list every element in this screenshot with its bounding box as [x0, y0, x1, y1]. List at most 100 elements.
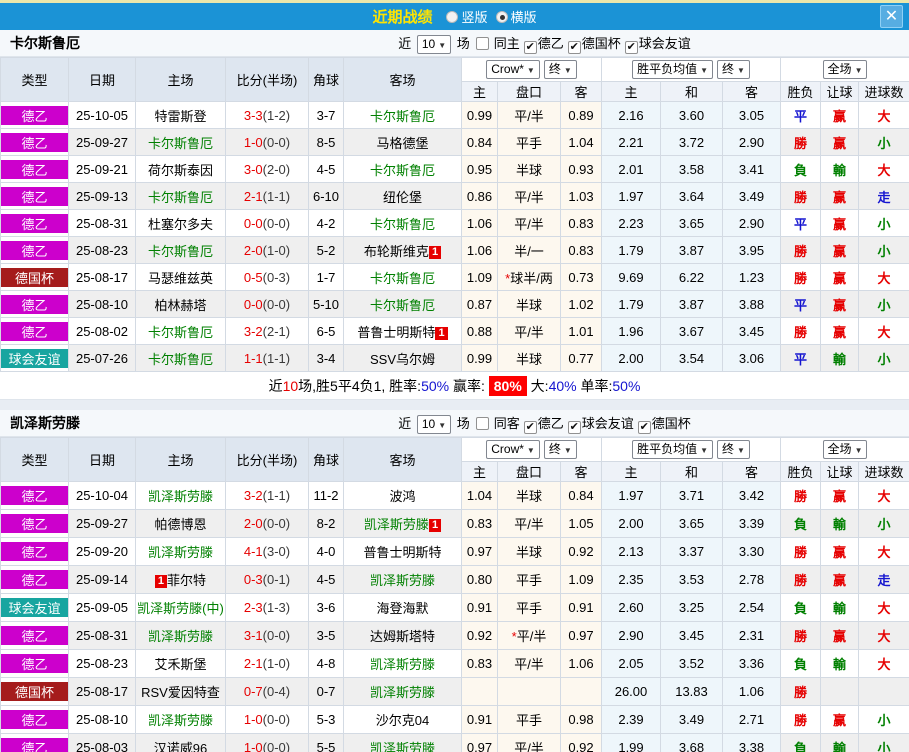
halftime-score: (1-0): [262, 242, 291, 258]
scope-dropdown[interactable]: 全场 ▼: [822, 60, 868, 79]
away-team-name: 凯泽斯劳滕: [369, 685, 435, 700]
fulltime-score: 4-1: [243, 544, 263, 559]
avg-away-cell: 3.88: [721, 290, 782, 318]
team1-match-filter: 近 10 ▼ 场同主 ✔ 德乙 ✔ 德国杯 ✔ 球会友谊: [180, 30, 909, 57]
radio-horizontal-label[interactable]: 横版: [511, 7, 537, 26]
league-filter-label: 球会友谊: [581, 416, 634, 431]
away-odds-cell: 0.89: [560, 101, 602, 129]
match-row: 德乙 25-08-23 卡尔斯鲁厄 2-0(1-0) 5-2 布轮斯维克 1 1.06 半/一 0…: [0, 236, 909, 264]
score-cell: 0-0(0-0): [225, 209, 309, 237]
summary-part: 赢率:: [449, 378, 489, 394]
match-row: 德乙 25-10-04 凯泽斯劳滕 3-2(1-1) 11-2 波鸿 1.04 半球 0.84 1…: [0, 481, 909, 510]
league-pill: 德乙: [1, 486, 68, 505]
match-row: 德乙 25-09-13 卡尔斯鲁厄 2-1(1-1) 6-10 纽伦堡 0.86 平/半 1.0…: [0, 182, 909, 210]
home-team-cell: 艾禾斯堡: [135, 649, 226, 678]
orientation-radio-vertical[interactable]: [446, 10, 459, 23]
home-team-name: 凯泽斯劳滕: [147, 629, 213, 644]
same-venue-checkbox[interactable]: [475, 417, 489, 430]
result-cell: 負: [780, 155, 822, 183]
home-team-cell: 凯泽斯劳滕: [135, 705, 226, 734]
handicap-cell: 平手: [497, 565, 561, 594]
odds-source-dropdown[interactable]: Crow* ▼: [486, 440, 540, 459]
sub-column-header: 和: [660, 81, 723, 102]
corners-cell: 3-6: [308, 593, 344, 622]
avg-draw-cell: 3.68: [660, 733, 723, 752]
away-team-cell: 沙尔克04: [343, 705, 462, 734]
same-venue-label: 同客: [493, 416, 520, 431]
home-team-name: 凯泽斯劳滕: [147, 545, 213, 560]
league-filter-checkbox[interactable]: ✔: [567, 421, 581, 434]
fulltime-score: 3-2: [243, 323, 263, 339]
chevron-down-icon: ▼: [438, 421, 447, 431]
league-filter-label: 德乙: [537, 36, 564, 51]
league-cell: 德乙: [0, 705, 69, 734]
home-team-cell: 特雷斯登: [135, 101, 226, 129]
score-cell: 3-1(0-0): [225, 621, 309, 650]
date-cell: 25-09-14: [68, 565, 136, 594]
match-row: 球会友谊 25-07-26 卡尔斯鲁厄 1-1(1-1) 3-4 SSV乌尔姆 0.99 半球…: [0, 344, 909, 372]
match-count-select[interactable]: 10 ▼: [416, 35, 452, 55]
fulltime-score: 2-1: [243, 656, 263, 671]
team1-name: 卡尔斯鲁厄: [10, 35, 80, 51]
odds-source-dropdown[interactable]: Crow* ▼: [486, 60, 540, 79]
league-filter-checkbox[interactable]: ✔: [637, 421, 651, 434]
summary-part: 40%: [548, 378, 577, 394]
league-pill: 德乙: [1, 132, 68, 152]
match-row: 德国杯 25-08-17 马瑟维兹英 0-5(0-3) 1-7 卡尔斯鲁厄 1.09 *球半/…: [0, 263, 909, 291]
league-filter-checkbox[interactable]: ✔: [567, 41, 581, 54]
avg-draw-cell: 3.87: [660, 236, 723, 264]
score-cell: 3-2(2-1): [225, 317, 309, 345]
final-avg-dropdown[interactable]: 终 ▼: [717, 440, 750, 459]
home-odds-cell: 0.97: [461, 733, 498, 752]
avg-draw-cell: 3.65: [660, 209, 723, 237]
avg-away-cell: 2.90: [721, 128, 782, 156]
result-cell: 平: [780, 344, 822, 372]
chevron-down-icon: ▼: [854, 446, 863, 455]
home-team-cell: 杜塞尔多夫: [135, 209, 226, 237]
avg-home-cell: 2.90: [601, 621, 661, 650]
orientation-radio-horizontal[interactable]: [495, 10, 508, 23]
league-filter-checkbox[interactable]: ✔: [523, 41, 537, 54]
home-odds-cell: 1.06: [461, 236, 498, 264]
home-team-cell: 卡尔斯鲁厄: [135, 344, 226, 372]
fulltime-score: 0-0: [243, 296, 263, 312]
handicap-name: 平/半: [516, 629, 547, 644]
away-team-cell: 凯泽斯劳滕 1: [343, 509, 462, 538]
home-odds-cell: 1.04: [461, 481, 498, 510]
handicap-cell: *球半/两: [497, 263, 561, 291]
league-filter-checkbox[interactable]: ✔: [624, 41, 638, 54]
avg-odds-dropdown[interactable]: 胜平负均值 ▼: [632, 440, 713, 459]
goals-cell: 走: [858, 182, 909, 210]
avg-away-cell: 3.95: [721, 236, 782, 264]
column-header: 类型: [0, 437, 69, 482]
avg-odds-dropdown[interactable]: 胜平负均值 ▼: [632, 60, 713, 79]
league-filter-checkbox[interactable]: ✔: [523, 421, 537, 434]
final-odds-dropdown[interactable]: 终 ▼: [543, 440, 577, 459]
avg-home-cell: 2.16: [601, 101, 661, 129]
league-cell: 德乙: [0, 509, 69, 538]
close-button[interactable]: ✕: [880, 5, 903, 28]
halftime-score: (0-0): [262, 740, 291, 752]
home-odds-cell: [461, 677, 498, 706]
same-venue-checkbox[interactable]: [475, 37, 489, 50]
avg-away-cell: 3.49: [721, 182, 782, 210]
match-count-select[interactable]: 10 ▼: [416, 415, 452, 435]
score-cell: 1-1(1-1): [225, 344, 309, 372]
league-pill: 德乙: [1, 159, 68, 179]
fulltime-score: 0-0: [243, 215, 263, 231]
date-cell: 25-08-02: [68, 317, 136, 345]
sub-column-header: 进球数: [858, 461, 909, 482]
chevron-down-icon: ▼: [737, 446, 745, 455]
away-team-name: 卡尔斯鲁厄: [369, 108, 435, 124]
fulltime-score: 2-0: [243, 242, 263, 258]
home-team-name: RSV爱因特查: [141, 685, 220, 700]
final-odds-dropdown[interactable]: 终 ▼: [543, 60, 577, 79]
avg-away-cell: 3.05: [721, 101, 782, 129]
scope-dropdown[interactable]: 全场 ▼: [822, 440, 868, 459]
avg-draw-cell: 3.52: [660, 649, 723, 678]
red-card-badge: 1: [428, 245, 442, 259]
final-avg-dropdown[interactable]: 终 ▼: [717, 60, 750, 79]
home-odds-cell: 0.92: [461, 621, 498, 650]
radio-vertical-label[interactable]: 竖版: [461, 7, 487, 26]
fulltime-score: 1-0: [243, 134, 263, 150]
